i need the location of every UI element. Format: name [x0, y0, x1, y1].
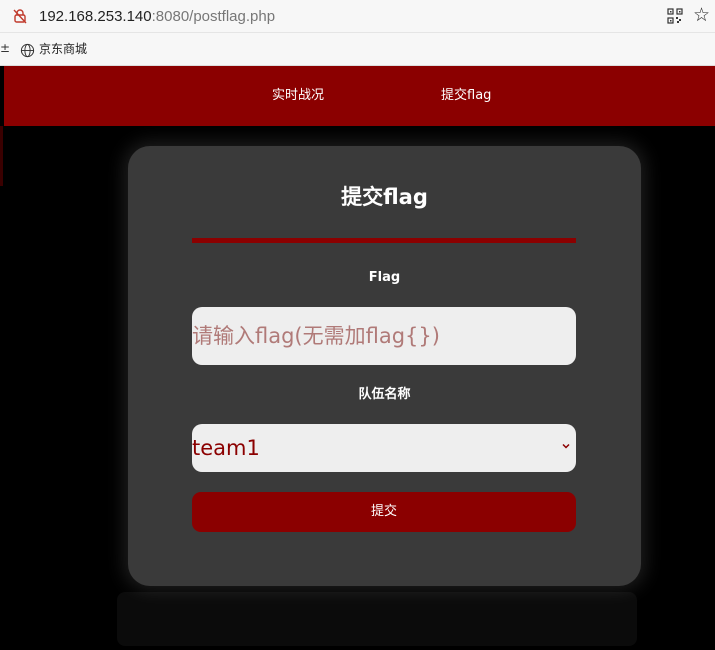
title-divider	[192, 238, 576, 243]
not-secure-icon[interactable]	[12, 8, 28, 24]
form-title: 提交flag	[341, 185, 428, 209]
team-select-value: team1	[192, 436, 260, 460]
nav-item-live-status[interactable]: 实时战况	[272, 87, 324, 105]
submit-flag-card: 提交flag Flag 队伍名称 team1 提交	[128, 146, 641, 586]
bookmark-edge-glyph: ±	[0, 41, 11, 55]
qr-code-icon[interactable]	[667, 8, 683, 24]
browser-address-bar[interactable]: 192.168.253.140:8080/postflag.php ☆	[0, 0, 715, 33]
chevron-down-icon	[562, 443, 570, 449]
url-path: :8080/postflag.php	[151, 8, 276, 25]
team-name-label: 队伍名称	[358, 387, 411, 402]
flag-label: Flag	[368, 270, 401, 285]
url-host: 192.168.253.140	[39, 8, 152, 25]
footer-panel	[117, 592, 637, 646]
bookmark-jd[interactable]: 京东商城	[39, 41, 87, 57]
globe-icon	[20, 43, 35, 58]
flag-input[interactable]	[192, 307, 576, 365]
address-url[interactable]: 192.168.253.140:8080/postflag.php	[39, 8, 275, 25]
team-select[interactable]: team1	[192, 424, 576, 472]
bookmarks-bar: ± 京东商城	[0, 33, 715, 66]
site-nav-bar: 实时战况 提交flag	[4, 66, 715, 126]
left-edge-decoration	[0, 126, 3, 186]
bookmark-star-icon[interactable]: ☆	[693, 5, 710, 25]
nav-item-submit-flag[interactable]: 提交flag	[441, 87, 491, 105]
submit-button[interactable]: 提交	[192, 492, 576, 532]
